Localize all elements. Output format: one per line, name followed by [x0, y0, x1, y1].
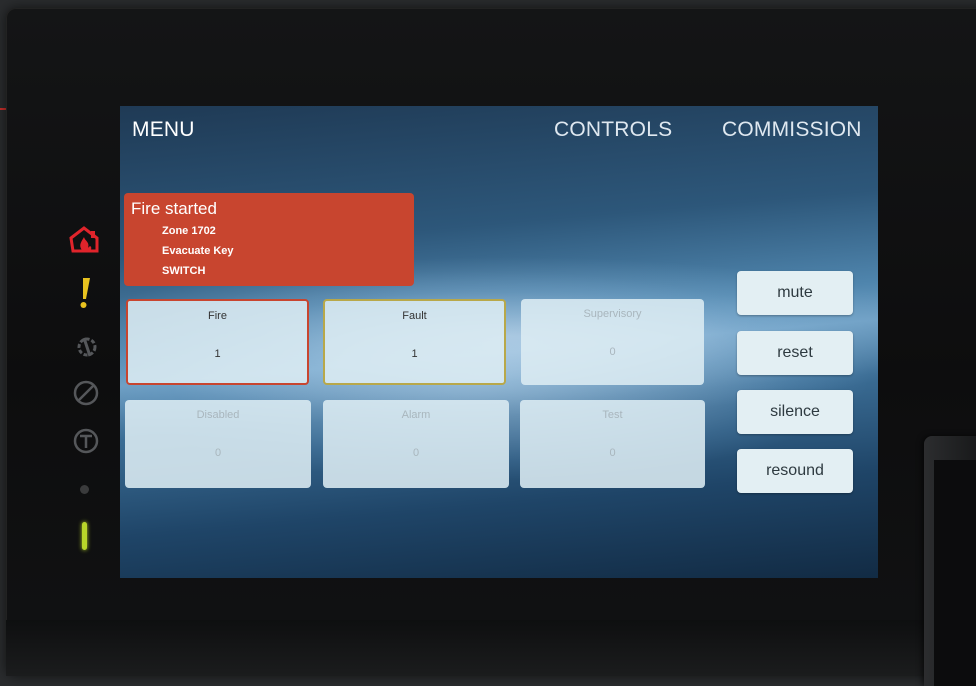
exclamation-icon [80, 278, 90, 308]
tile-label: Test [602, 409, 623, 421]
second-panel-edge [924, 436, 976, 686]
disabled-tile[interactable]: Disabled 0 [125, 400, 311, 488]
tile-count: 0 [214, 447, 222, 459]
tile-label: Disabled [196, 409, 240, 421]
alert-type: SWITCH [162, 265, 206, 277]
panel-bezel-bottom [6, 620, 976, 676]
fire-tile[interactable]: Fire 1 [126, 299, 309, 385]
test-circle-icon [73, 428, 99, 454]
fire-alert-box[interactable]: Fire started Zone 1702 Evacuate Key SWIT… [124, 193, 414, 286]
status-dot-led [80, 485, 89, 494]
tile-label: Alarm [401, 409, 431, 421]
tile-count: 0 [609, 346, 616, 358]
test-tile[interactable]: Test 0 [520, 400, 705, 488]
silence-button[interactable]: silence [737, 390, 853, 434]
alert-title: Fire started [131, 199, 217, 218]
touch-screen: MENU CONTROLS COMMISSION Fire started Zo… [120, 106, 878, 578]
second-panel-screen [934, 460, 976, 686]
controls-tab[interactable]: CONTROLS [554, 118, 672, 142]
disabled-circle-icon [73, 380, 99, 406]
wrench-gear-icon [77, 337, 97, 357]
commission-tab[interactable]: COMMISSION [722, 118, 862, 142]
alert-zone: Zone 1702 [162, 225, 216, 237]
alert-device: Evacuate Key [162, 245, 234, 257]
fire-house-icon [69, 226, 99, 253]
tile-label: Supervisory [583, 308, 642, 320]
menu-tab[interactable]: MENU [132, 118, 195, 142]
tile-label: Fault [402, 310, 427, 322]
alarm-tile[interactable]: Alarm 0 [323, 400, 509, 488]
supervisory-tile[interactable]: Supervisory 0 [521, 299, 704, 385]
tile-count: 1 [411, 348, 418, 360]
tile-count: 0 [609, 447, 616, 459]
reset-button[interactable]: reset [737, 331, 853, 375]
mute-button[interactable]: mute [737, 271, 853, 315]
tile-label: Fire [208, 310, 227, 322]
power-led [82, 522, 87, 550]
tile-count: 1 [214, 348, 221, 360]
tile-count: 0 [412, 447, 420, 459]
resound-button[interactable]: resound [737, 449, 853, 493]
fault-tile[interactable]: Fault 1 [323, 299, 506, 385]
